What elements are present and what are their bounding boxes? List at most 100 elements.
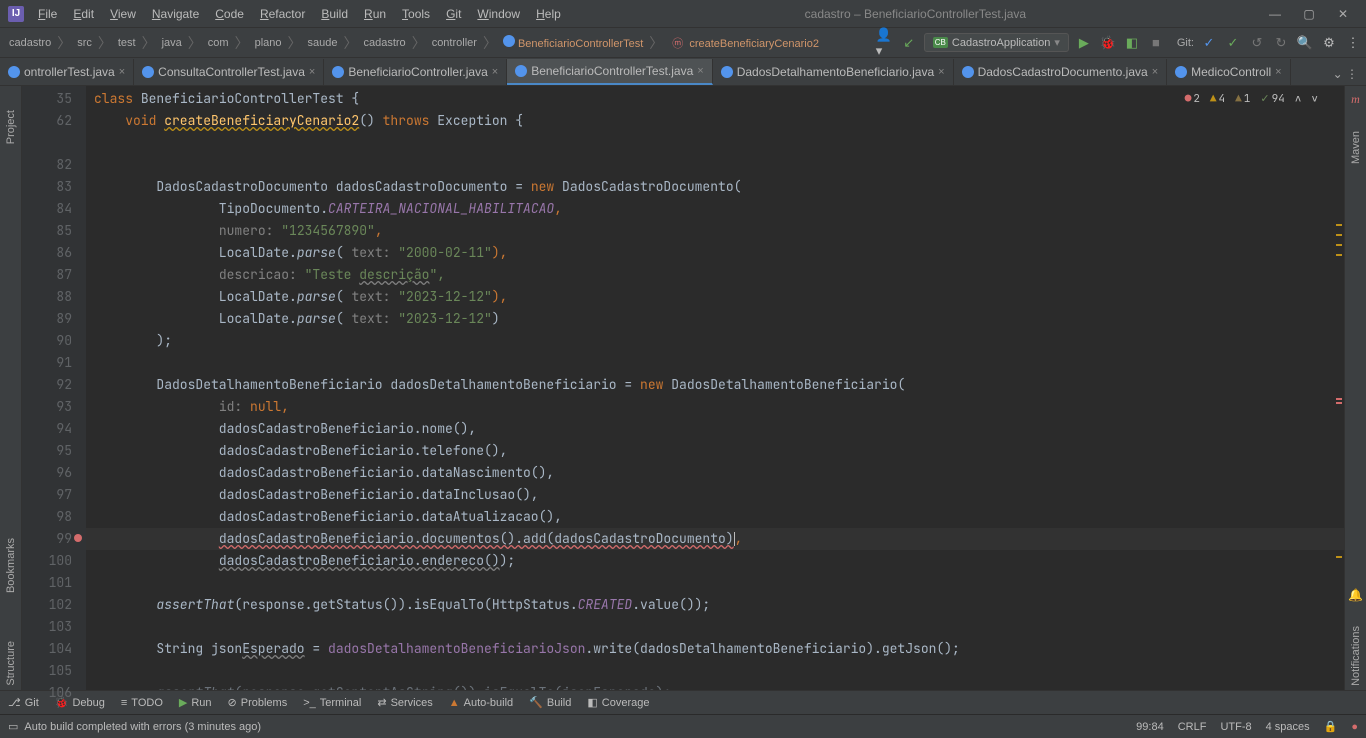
breadcrumb-item[interactable]: saude: [305, 37, 341, 49]
code-line[interactable]: [86, 660, 1344, 682]
breadcrumb-item[interactable]: src: [74, 37, 95, 49]
close-icon[interactable]: ✕: [1332, 7, 1354, 21]
stop-icon[interactable]: ■: [1147, 34, 1165, 52]
tool-run[interactable]: ▶ Run: [179, 696, 212, 709]
close-tab-icon[interactable]: ×: [119, 66, 125, 78]
line-number[interactable]: 101: [22, 572, 72, 594]
tool-bookmarks[interactable]: Bookmarks: [5, 534, 17, 597]
tool-structure[interactable]: Structure: [5, 637, 17, 690]
editor-tab[interactable]: BeneficiarioController.java×: [324, 59, 507, 85]
code-line[interactable]: [86, 616, 1344, 638]
menu-build[interactable]: Build: [315, 3, 354, 25]
code-area[interactable]: class BeneficiarioControllerTest { void …: [86, 86, 1344, 690]
line-gutter[interactable]: 3562828384858687888990919293949596979899…: [22, 86, 86, 690]
menu-git[interactable]: Git: [440, 3, 467, 25]
menu-edit[interactable]: Edit: [67, 3, 100, 25]
menu-window[interactable]: Window: [471, 3, 526, 25]
code-line[interactable]: dadosCadastroBeneficiario.nome(),: [86, 418, 1344, 440]
code-line[interactable]: dadosCadastroBeneficiario.dataAtualizaca…: [86, 506, 1344, 528]
code-line[interactable]: String jsonEsperado = dadosDetalhamentoB…: [86, 638, 1344, 660]
line-number[interactable]: 88: [22, 286, 72, 308]
code-line[interactable]: [86, 352, 1344, 374]
line-number[interactable]: 95: [22, 440, 72, 462]
code-line[interactable]: descricao: "Teste descrição",: [86, 264, 1344, 286]
minimize-icon[interactable]: —: [1264, 7, 1286, 21]
maximize-icon[interactable]: ▢: [1298, 7, 1320, 21]
close-tab-icon[interactable]: ×: [492, 66, 498, 78]
line-number[interactable]: [22, 132, 72, 154]
line-number[interactable]: 92: [22, 374, 72, 396]
line-number[interactable]: 87: [22, 264, 72, 286]
menu-file[interactable]: File: [32, 3, 63, 25]
code-line[interactable]: DadosCadastroDocumento dadosCadastroDocu…: [86, 176, 1344, 198]
search-icon[interactable]: 🔍: [1296, 34, 1314, 52]
code-line[interactable]: TipoDocumento.CARTEIRA_NACIONAL_HABILITA…: [86, 198, 1344, 220]
next-highlight-icon[interactable]: ∨: [1311, 92, 1318, 106]
line-number[interactable]: 106: [22, 682, 72, 704]
debug-icon[interactable]: 🐞: [1099, 34, 1117, 52]
inspection-widget[interactable]: ●2 ▲4 ▲1 ✓94 ∧ ∨: [1185, 92, 1318, 106]
git-push-icon[interactable]: ✓: [1224, 34, 1242, 52]
breadcrumb-item[interactable]: controller: [429, 37, 480, 49]
tool-terminal[interactable]: >_ Terminal: [303, 697, 361, 709]
editor-tab[interactable]: MedicoControll×: [1167, 59, 1290, 85]
line-number[interactable]: 85: [22, 220, 72, 242]
menu-refactor[interactable]: Refactor: [254, 3, 311, 25]
error-indicator-icon[interactable]: ●: [1351, 721, 1358, 733]
tool-build[interactable]: 🔨 Build: [529, 696, 571, 709]
code-line[interactable]: dadosCadastroBeneficiario.dataNascimento…: [86, 462, 1344, 484]
line-number[interactable]: 91: [22, 352, 72, 374]
tool-maven[interactable]: Maven: [1350, 127, 1362, 168]
code-line[interactable]: [86, 132, 1344, 154]
breadcrumb-item[interactable]: cadastro: [360, 37, 408, 49]
code-line[interactable]: dadosCadastroBeneficiario.documentos().a…: [86, 528, 1344, 550]
menu-view[interactable]: View: [104, 3, 142, 25]
settings-icon[interactable]: ⚙: [1320, 34, 1338, 52]
editor-tab[interactable]: DadosCadastroDocumento.java×: [954, 59, 1168, 85]
code-line[interactable]: dadosCadastroBeneficiario.endereco());: [86, 550, 1344, 572]
breadcrumb-item[interactable]: BeneficiarioControllerTest: [500, 35, 646, 50]
close-tab-icon[interactable]: ×: [697, 65, 703, 77]
close-tab-icon[interactable]: ×: [309, 66, 315, 78]
close-tab-icon[interactable]: ×: [1152, 66, 1158, 78]
editor-tab[interactable]: DadosDetalhamentoBeneficiario.java×: [713, 59, 954, 85]
readonly-icon[interactable]: 🔒: [1324, 720, 1338, 733]
breadcrumb-item[interactable]: ⓜ createBeneficiaryCenario2: [666, 35, 822, 51]
editor-tab[interactable]: BeneficiarioControllerTest.java×: [507, 59, 713, 85]
line-number[interactable]: 90: [22, 330, 72, 352]
git-pull-icon[interactable]: ✓: [1200, 34, 1218, 52]
close-tab-icon[interactable]: ×: [1275, 66, 1281, 78]
menu-code[interactable]: Code: [209, 3, 250, 25]
line-number[interactable]: 93: [22, 396, 72, 418]
line-number[interactable]: 86: [22, 242, 72, 264]
editor-tab[interactable]: ConsultaControllerTest.java×: [134, 59, 324, 85]
maven-icon[interactable]: m: [1351, 92, 1360, 107]
close-tab-icon[interactable]: ×: [938, 66, 944, 78]
breakpoint-icon[interactable]: [74, 534, 82, 542]
line-number[interactable]: 99: [22, 528, 72, 550]
menu-run[interactable]: Run: [358, 3, 392, 25]
coverage-icon[interactable]: ◧: [1123, 34, 1141, 52]
line-number[interactable]: 96: [22, 462, 72, 484]
line-number[interactable]: 102: [22, 594, 72, 616]
menu-navigate[interactable]: Navigate: [146, 3, 205, 25]
line-number[interactable]: 35: [22, 88, 72, 110]
code-line[interactable]: assertThat(response.getStatus()).isEqual…: [86, 594, 1344, 616]
code-line[interactable]: LocalDate.parse( text: "2000-02-11"),: [86, 242, 1344, 264]
tool-coverage[interactable]: ◧ Coverage: [587, 696, 649, 709]
indent-info[interactable]: 4 spaces: [1266, 721, 1310, 733]
line-number[interactable]: 97: [22, 484, 72, 506]
code-line[interactable]: [86, 154, 1344, 176]
line-number[interactable]: 100: [22, 550, 72, 572]
code-line[interactable]: id: null,: [86, 396, 1344, 418]
code-line[interactable]: LocalDate.parse( text: "2023-12-12"): [86, 308, 1344, 330]
cursor-position[interactable]: 99:84: [1136, 721, 1164, 733]
line-number[interactable]: 82: [22, 154, 72, 176]
code-line[interactable]: class BeneficiarioControllerTest {: [86, 88, 1344, 110]
status-icon[interactable]: ▭: [8, 720, 18, 733]
breadcrumb-item[interactable]: plano: [252, 37, 285, 49]
tool-notifications[interactable]: Notifications: [1350, 622, 1362, 690]
line-number[interactable]: 104: [22, 638, 72, 660]
code-line[interactable]: void createBeneficiaryCenario2() throws …: [86, 110, 1344, 132]
tool-problems[interactable]: ⊘ Problems: [228, 696, 288, 709]
